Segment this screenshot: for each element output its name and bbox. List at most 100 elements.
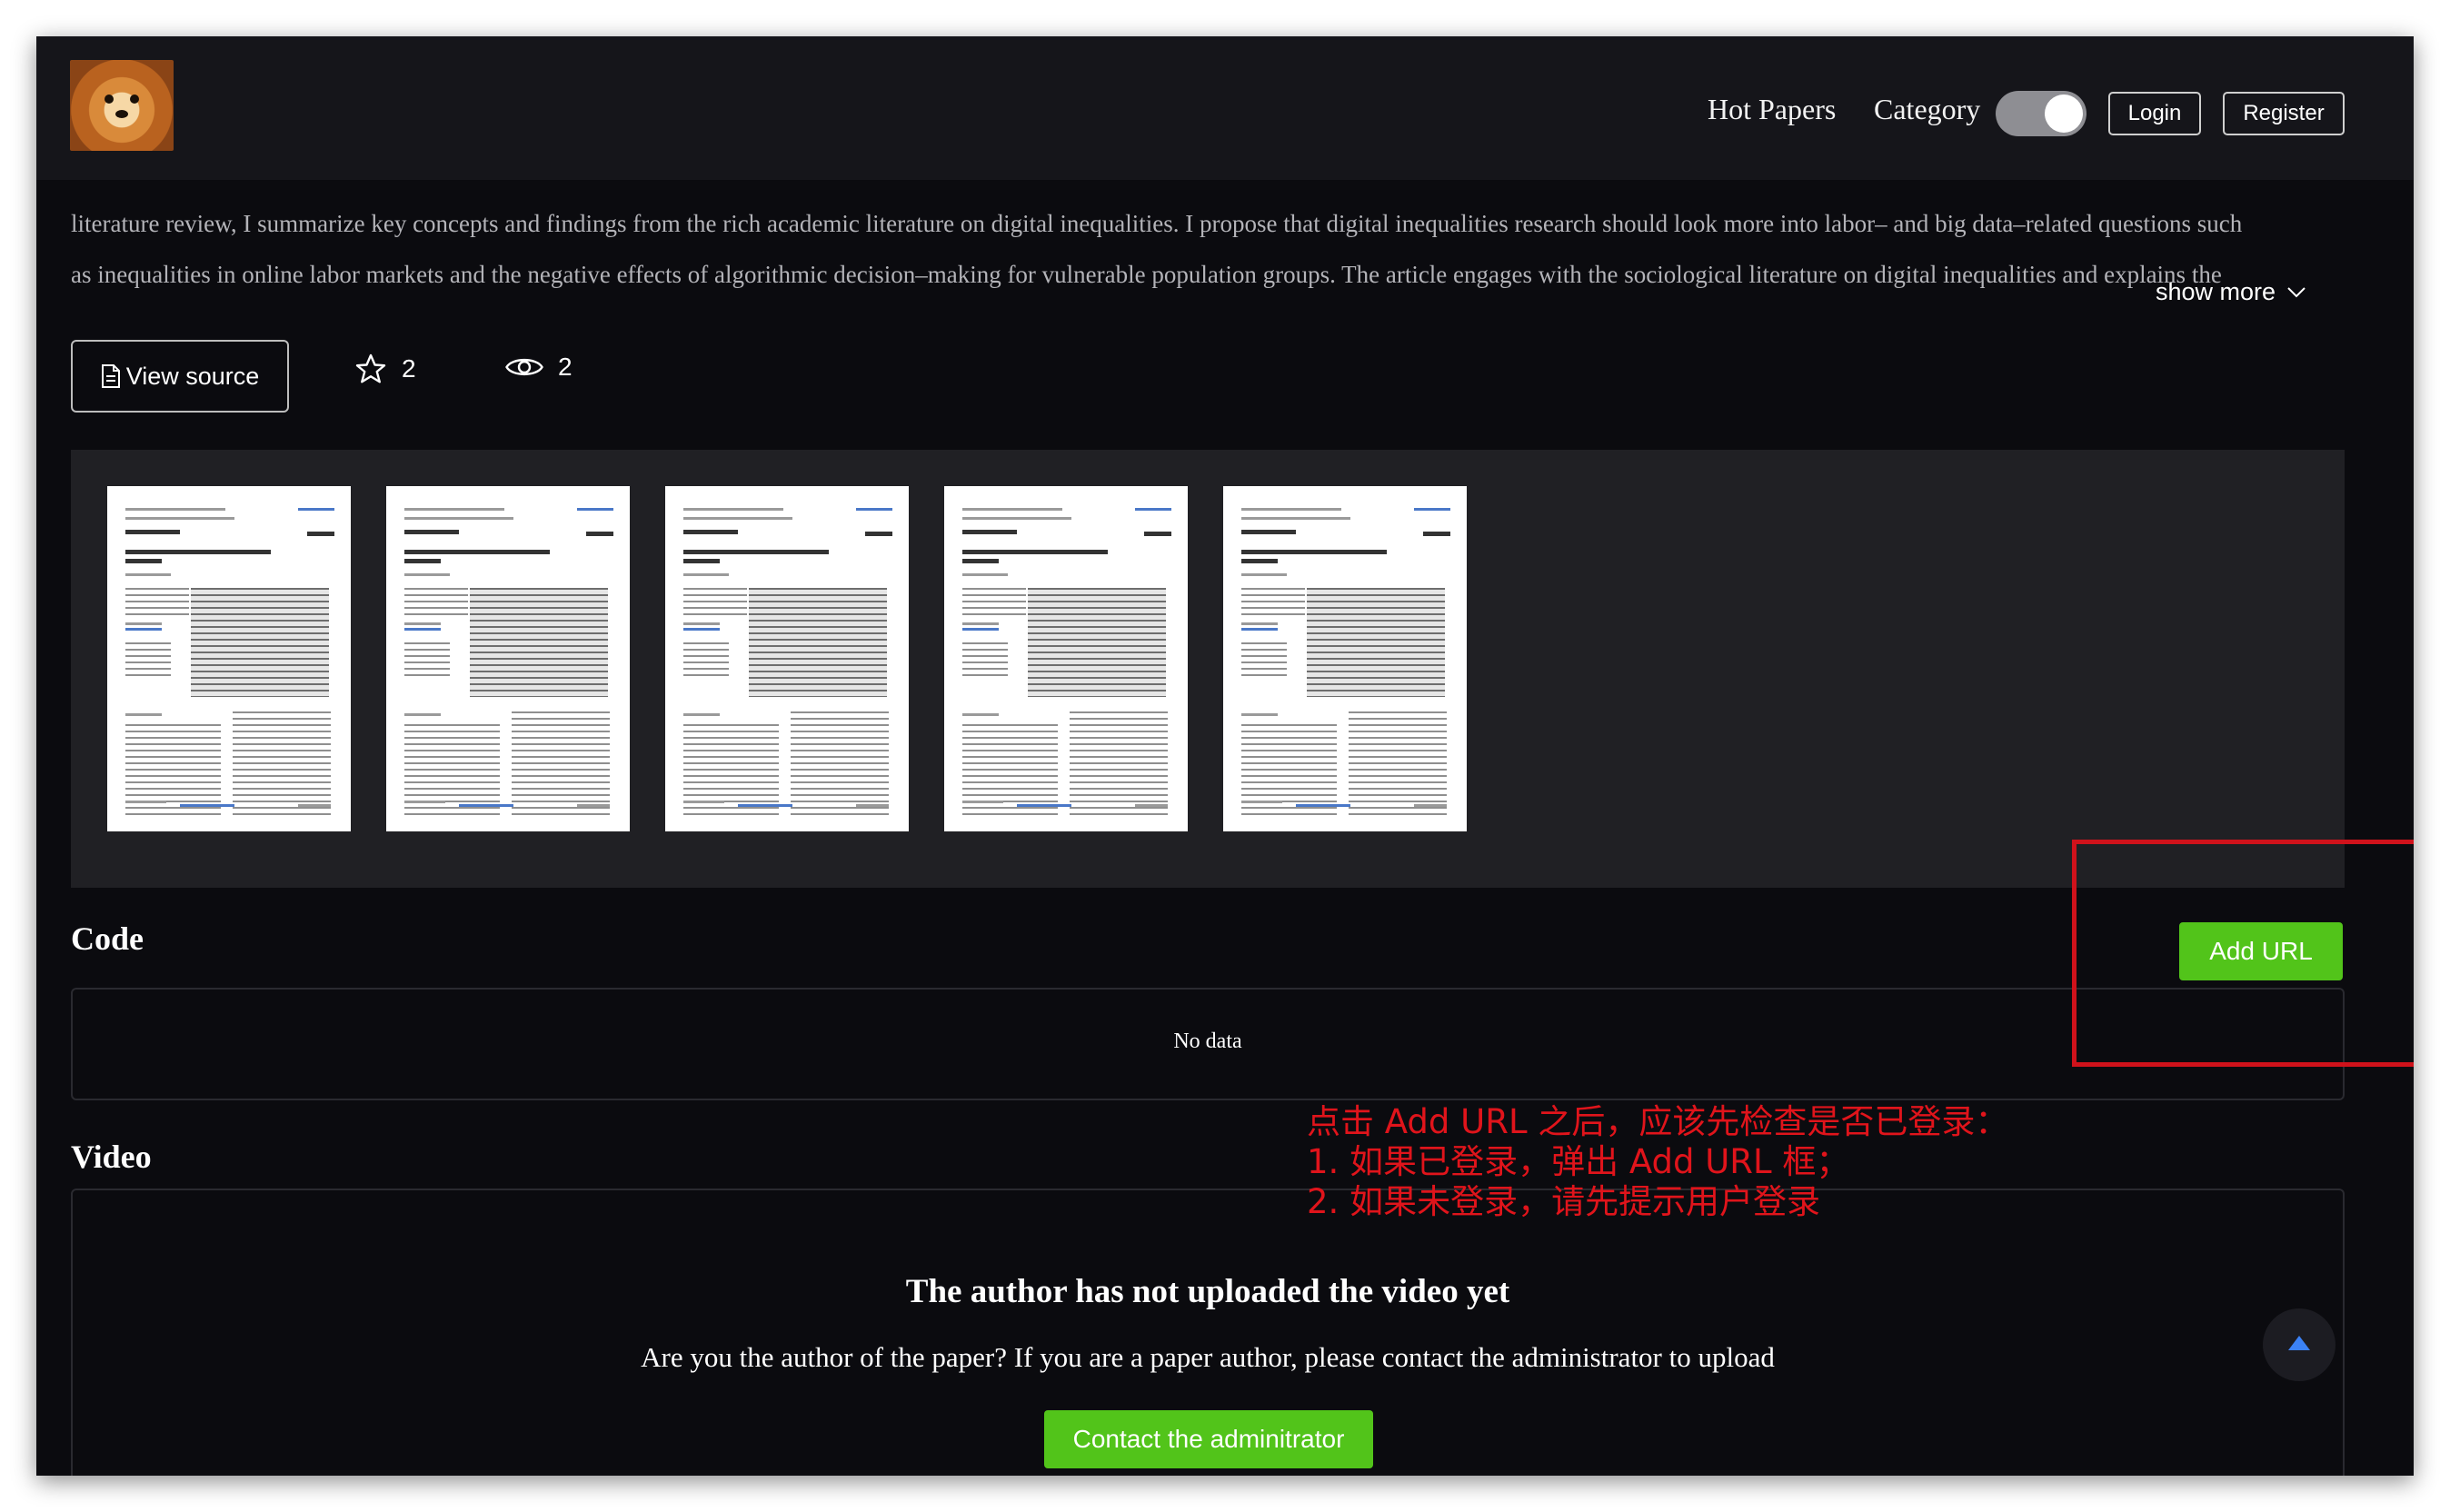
star-count-value: 2 xyxy=(402,354,416,383)
thumb-text-line xyxy=(1241,622,1278,625)
thumb-text-line xyxy=(683,530,738,534)
thumb-text-line xyxy=(1241,713,1278,716)
arrow-up-icon xyxy=(2288,1336,2310,1350)
annotation-line-2: 1. 如果已登录，弹出 Add URL 框； xyxy=(1307,1142,1850,1181)
logo-eye-left xyxy=(105,94,114,104)
thumb-text-block xyxy=(1241,642,1287,679)
thumb-text-block xyxy=(404,642,450,679)
view-source-label: View source xyxy=(125,362,260,390)
thumb-text-line xyxy=(1241,628,1278,631)
theme-toggle[interactable] xyxy=(1996,91,2086,136)
toggle-knob xyxy=(2045,94,2083,133)
review-annotation: 点击 Add URL 之后，应该先检查是否已登录： 1. 如果已登录，弹出 Ad… xyxy=(1307,1102,2008,1222)
nav-category[interactable]: Category xyxy=(1874,93,1980,126)
thumb-text-line xyxy=(1414,804,1447,807)
thumb-text-line xyxy=(125,530,180,534)
document-icon xyxy=(101,364,120,388)
thumb-text-line xyxy=(404,628,441,631)
add-url-button[interactable]: Add URL xyxy=(2179,922,2343,980)
video-section-title: Video xyxy=(71,1139,152,1175)
thumb-text-block xyxy=(1028,588,1166,697)
thumb-text-line xyxy=(404,550,550,554)
thumb-text-line xyxy=(856,508,892,511)
thumb-text-line xyxy=(683,550,829,554)
thumb-text-block xyxy=(1349,711,1447,815)
annotation-line-1: 点击 Add URL 之后，应该先检查是否已登录： xyxy=(1307,1102,2009,1141)
star-count[interactable]: 2 xyxy=(354,353,416,385)
app-window: literature review, I summarize key conce… xyxy=(36,36,2414,1476)
thumb-text-line xyxy=(1144,532,1171,536)
thumb-text-line xyxy=(125,622,162,625)
thumb-text-line xyxy=(1241,530,1296,534)
thumb-text-block xyxy=(191,588,329,697)
thumb-text-line xyxy=(404,530,459,534)
thumb-text-block xyxy=(125,642,171,679)
dog-avatar-logo[interactable] xyxy=(70,60,174,151)
thumb-text-line xyxy=(586,532,613,536)
star-icon xyxy=(355,353,386,383)
thumb-text-line xyxy=(459,804,513,807)
logo-eye-right xyxy=(130,94,139,104)
thumb-text-block xyxy=(1070,711,1168,815)
view-count: 2 xyxy=(505,353,573,382)
thumb-text-line xyxy=(404,801,445,803)
thumb-text-line xyxy=(125,559,162,563)
code-list-empty: No data xyxy=(71,988,2345,1100)
thumb-text-line xyxy=(577,508,613,511)
view-source-button[interactable]: View source xyxy=(71,340,289,413)
thumb-text-block xyxy=(125,588,189,615)
code-section-title: Code xyxy=(71,920,144,957)
thumb-text-line xyxy=(125,801,166,803)
page-thumbnail[interactable] xyxy=(944,486,1188,831)
thumb-text-line xyxy=(180,804,234,807)
top-navbar: Hot Papers Category Login Register xyxy=(36,36,2414,180)
page-thumbnail[interactable] xyxy=(107,486,351,831)
thumb-text-line xyxy=(307,532,334,536)
eye-icon xyxy=(505,358,543,376)
page-thumbnail[interactable] xyxy=(386,486,630,831)
thumb-text-line xyxy=(1135,508,1171,511)
abstract-line-1: literature review, I summarize key conce… xyxy=(71,210,2243,237)
logo-nose xyxy=(115,110,128,118)
thumb-text-line xyxy=(683,628,720,631)
thumb-text-line xyxy=(125,517,234,520)
thumb-text-line xyxy=(1414,508,1450,511)
thumb-text-block xyxy=(404,588,468,615)
contact-admin-button[interactable]: Contact the adminitrator xyxy=(1044,1410,1373,1468)
thumb-text-line xyxy=(865,532,892,536)
thumb-text-line xyxy=(125,550,271,554)
thumb-text-line xyxy=(962,530,1017,534)
thumb-text-line xyxy=(962,573,1008,576)
thumb-text-line xyxy=(577,804,610,807)
thumb-text-line xyxy=(298,804,331,807)
thumb-text-block xyxy=(683,642,729,679)
thumb-text-line xyxy=(683,573,729,576)
thumb-text-block xyxy=(683,588,747,615)
register-button[interactable]: Register xyxy=(2223,92,2345,135)
login-button[interactable]: Login xyxy=(2108,92,2201,135)
video-empty-heading: The author has not uploaded the video ye… xyxy=(905,1273,1510,1310)
thumb-text-line xyxy=(683,713,720,716)
thumb-text-block xyxy=(791,711,889,815)
show-more-toggle[interactable]: show more xyxy=(2156,278,2306,306)
page-thumbnail[interactable] xyxy=(1223,486,1467,831)
page-thumbnail[interactable] xyxy=(665,486,909,831)
thumb-text-line xyxy=(683,508,783,511)
thumb-text-line xyxy=(1296,804,1350,807)
thumb-text-line xyxy=(125,508,225,511)
nav-hot-papers[interactable]: Hot Papers xyxy=(1708,93,1836,126)
thumb-text-line xyxy=(125,628,162,631)
thumb-text-line xyxy=(683,559,720,563)
thumb-text-line xyxy=(1241,550,1387,554)
thumb-text-line xyxy=(856,804,889,807)
scroll-to-top-button[interactable] xyxy=(2263,1308,2335,1381)
thumb-text-line xyxy=(404,622,441,625)
thumb-text-block xyxy=(749,588,887,697)
thumb-text-block xyxy=(470,588,608,697)
thumb-text-line xyxy=(404,517,513,520)
thumb-text-line xyxy=(683,517,792,520)
thumb-text-line xyxy=(125,573,171,576)
thumb-text-line xyxy=(1241,559,1278,563)
thumb-text-line xyxy=(404,573,450,576)
thumb-text-line xyxy=(962,559,999,563)
